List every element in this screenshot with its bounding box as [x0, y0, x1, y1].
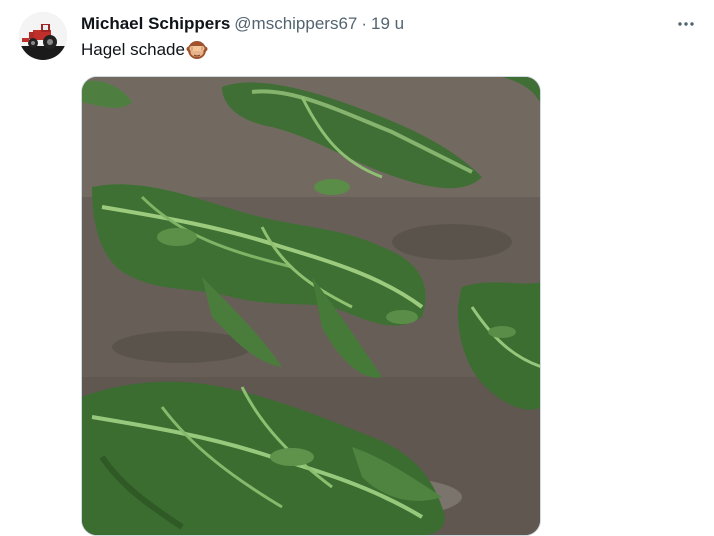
tweet-text-content: Hagel schade	[81, 40, 185, 59]
more-horizontal-icon	[678, 22, 694, 26]
timestamp[interactable]: 19 u	[371, 14, 404, 34]
tractor-icon	[19, 12, 67, 60]
tweet-text: Hagel schade	[81, 38, 208, 62]
see-no-evil-monkey-icon	[186, 39, 208, 61]
tweet[interactable]: Michael Schippers @mschippers67 · 19 u H…	[0, 0, 714, 536]
author-handle[interactable]: @mschippers67	[234, 14, 357, 34]
author-name[interactable]: Michael Schippers	[81, 14, 230, 34]
avatar[interactable]	[19, 12, 67, 60]
tweet-header: Michael Schippers @mschippers67 · 19 u	[81, 12, 404, 36]
more-options-button[interactable]	[674, 12, 698, 36]
separator-dot: ·	[361, 14, 368, 33]
tweet-photo[interactable]	[81, 76, 541, 536]
crop-field-photo	[82, 77, 540, 535]
